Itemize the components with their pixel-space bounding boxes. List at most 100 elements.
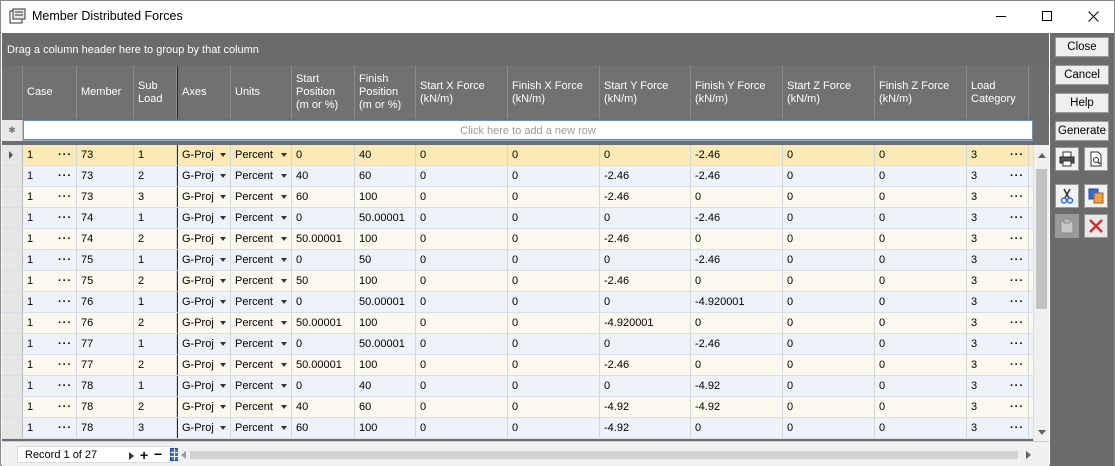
new-row[interactable]: ✱ Click here to add a new row xyxy=(2,120,1033,141)
cell-start-y-force[interactable]: -4.920001 xyxy=(600,313,691,333)
row-indicator[interactable] xyxy=(2,166,23,186)
cell-finish-x-force[interactable]: 0 xyxy=(508,271,600,291)
cell-start-z-force[interactable]: 0 xyxy=(783,418,875,438)
cancel-button[interactable]: Cancel xyxy=(1055,65,1109,85)
cell-start-z-force[interactable]: 0 xyxy=(783,229,875,249)
cell-member[interactable]: 75 xyxy=(77,271,134,291)
cell-finish-position[interactable]: 100 xyxy=(355,313,416,333)
cell-start-z-force[interactable]: 0 xyxy=(783,376,875,396)
cell-start-position[interactable]: 0 xyxy=(292,145,355,165)
group-by-panel[interactable]: Drag a column header here to group by th… xyxy=(2,33,1049,65)
cell-load-category[interactable]: 3 ··· xyxy=(967,271,1029,291)
cell-finish-x-force[interactable]: 0 xyxy=(508,376,600,396)
cell-finish-x-force[interactable]: 0 xyxy=(508,313,600,333)
dropdown-arrow-icon[interactable] xyxy=(220,258,226,262)
cell-units[interactable]: Percent xyxy=(231,187,292,207)
cell-start-x-force[interactable]: 0 xyxy=(416,208,508,228)
ellipsis-icon[interactable]: ··· xyxy=(1010,145,1024,165)
add-record-button[interactable]: + xyxy=(140,447,148,463)
cell-units[interactable]: Percent xyxy=(231,250,292,270)
cell-start-x-force[interactable]: 0 xyxy=(416,250,508,270)
row-indicator[interactable] xyxy=(2,292,23,312)
dropdown-arrow-icon[interactable] xyxy=(281,321,287,325)
cell-start-y-force[interactable]: 0 xyxy=(600,145,691,165)
cell-start-x-force[interactable]: 0 xyxy=(416,355,508,375)
dropdown-arrow-icon[interactable] xyxy=(220,426,226,430)
cell-start-x-force[interactable]: 0 xyxy=(416,376,508,396)
table-row[interactable]: 1 ··· 74 1 G-Proj Percent 0 50.00001 0 0 0 -2.46 0 0 3… xyxy=(2,208,1033,229)
cell-start-x-force[interactable]: 0 xyxy=(416,229,508,249)
cell-load-category[interactable]: 3 ··· xyxy=(967,376,1029,396)
cell-load-category[interactable]: 3 ··· xyxy=(967,250,1029,270)
cell-axes[interactable]: G-Proj xyxy=(177,166,231,186)
cell-member[interactable]: 78 xyxy=(77,418,134,438)
cell-start-y-force[interactable]: -2.46 xyxy=(600,166,691,186)
scroll-thumb[interactable] xyxy=(1036,169,1047,309)
cell-finish-position[interactable]: 50 xyxy=(355,250,416,270)
cell-start-y-force[interactable]: -2.46 xyxy=(600,229,691,249)
cell-load-category[interactable]: 3 ··· xyxy=(967,355,1029,375)
cell-sub-load[interactable]: 1 xyxy=(134,250,177,270)
dropdown-arrow-icon[interactable] xyxy=(281,426,287,430)
horizontal-scroll-thumb[interactable] xyxy=(190,451,1018,459)
dropdown-arrow-icon[interactable] xyxy=(281,384,287,388)
cell-finish-position[interactable]: 100 xyxy=(355,418,416,438)
row-indicator[interactable] xyxy=(2,355,23,375)
cell-case[interactable]: 1 ··· xyxy=(23,145,77,165)
cell-finish-y-force[interactable]: 0 xyxy=(691,313,783,333)
cell-finish-position[interactable]: 100 xyxy=(355,355,416,375)
cell-finish-position[interactable]: 40 xyxy=(355,376,416,396)
cell-member[interactable]: 75 xyxy=(77,250,134,270)
ellipsis-icon[interactable]: ··· xyxy=(58,292,72,312)
cell-units[interactable]: Percent xyxy=(231,166,292,186)
cell-start-position[interactable]: 0 xyxy=(292,208,355,228)
cell-finish-y-force[interactable]: 0 xyxy=(691,229,783,249)
cell-finish-z-force[interactable]: 0 xyxy=(875,229,967,249)
row-indicator[interactable] xyxy=(2,250,23,270)
cell-case[interactable]: 1 ··· xyxy=(23,250,77,270)
cell-load-category[interactable]: 3 ··· xyxy=(967,397,1029,417)
cell-finish-position[interactable]: 100 xyxy=(355,187,416,207)
cell-start-position[interactable]: 0 xyxy=(292,292,355,312)
delete-button[interactable] xyxy=(1084,214,1108,238)
horizontal-scrollbar[interactable] xyxy=(178,448,1034,462)
cell-units[interactable]: Percent xyxy=(231,271,292,291)
row-indicator[interactable] xyxy=(2,145,23,165)
ellipsis-icon[interactable]: ··· xyxy=(58,145,72,165)
row-indicator[interactable] xyxy=(2,418,23,438)
table-row[interactable]: 1 ··· 73 1 G-Proj Percent 0 40 0 0 0 -2.46 0 0 3 ··· xyxy=(2,145,1033,166)
cell-start-z-force[interactable]: 0 xyxy=(783,334,875,354)
cell-sub-load[interactable]: 2 xyxy=(134,166,177,186)
cell-member[interactable]: 76 xyxy=(77,292,134,312)
cell-start-position[interactable]: 40 xyxy=(292,397,355,417)
cell-finish-position[interactable]: 40 xyxy=(355,145,416,165)
cell-start-y-force[interactable]: 0 xyxy=(600,376,691,396)
ellipsis-icon[interactable]: ··· xyxy=(58,187,72,207)
cell-finish-y-force[interactable]: 0 xyxy=(691,187,783,207)
cell-units[interactable]: Percent xyxy=(231,355,292,375)
cell-case[interactable]: 1 ··· xyxy=(23,313,77,333)
ellipsis-icon[interactable]: ··· xyxy=(1010,397,1024,417)
scroll-down-icon[interactable] xyxy=(1038,430,1046,435)
column-header-finish-x-force[interactable]: Finish X Force (kN/m) xyxy=(508,66,600,119)
ellipsis-icon[interactable]: ··· xyxy=(58,355,72,375)
cell-start-z-force[interactable]: 0 xyxy=(783,397,875,417)
cell-member[interactable]: 74 xyxy=(77,208,134,228)
row-indicator[interactable] xyxy=(2,376,23,396)
next-record-icon[interactable] xyxy=(129,452,134,460)
column-header-axes[interactable]: Axes xyxy=(177,66,231,119)
cell-load-category[interactable]: 3 ··· xyxy=(967,313,1029,333)
ellipsis-icon[interactable]: ··· xyxy=(1010,271,1024,291)
ellipsis-icon[interactable]: ··· xyxy=(1010,376,1024,396)
cell-start-position[interactable]: 50.00001 xyxy=(292,355,355,375)
ellipsis-icon[interactable]: ··· xyxy=(1010,166,1024,186)
cell-start-z-force[interactable]: 0 xyxy=(783,313,875,333)
column-header-finish-position[interactable]: Finish Position (m or %) xyxy=(355,66,416,119)
cell-axes[interactable]: G-Proj xyxy=(177,250,231,270)
cell-case[interactable]: 1 ··· xyxy=(23,187,77,207)
ellipsis-icon[interactable]: ··· xyxy=(58,418,72,438)
cell-case[interactable]: 1 ··· xyxy=(23,397,77,417)
cell-start-x-force[interactable]: 0 xyxy=(416,187,508,207)
cell-sub-load[interactable]: 1 xyxy=(134,376,177,396)
cell-load-category[interactable]: 3 ··· xyxy=(967,208,1029,228)
